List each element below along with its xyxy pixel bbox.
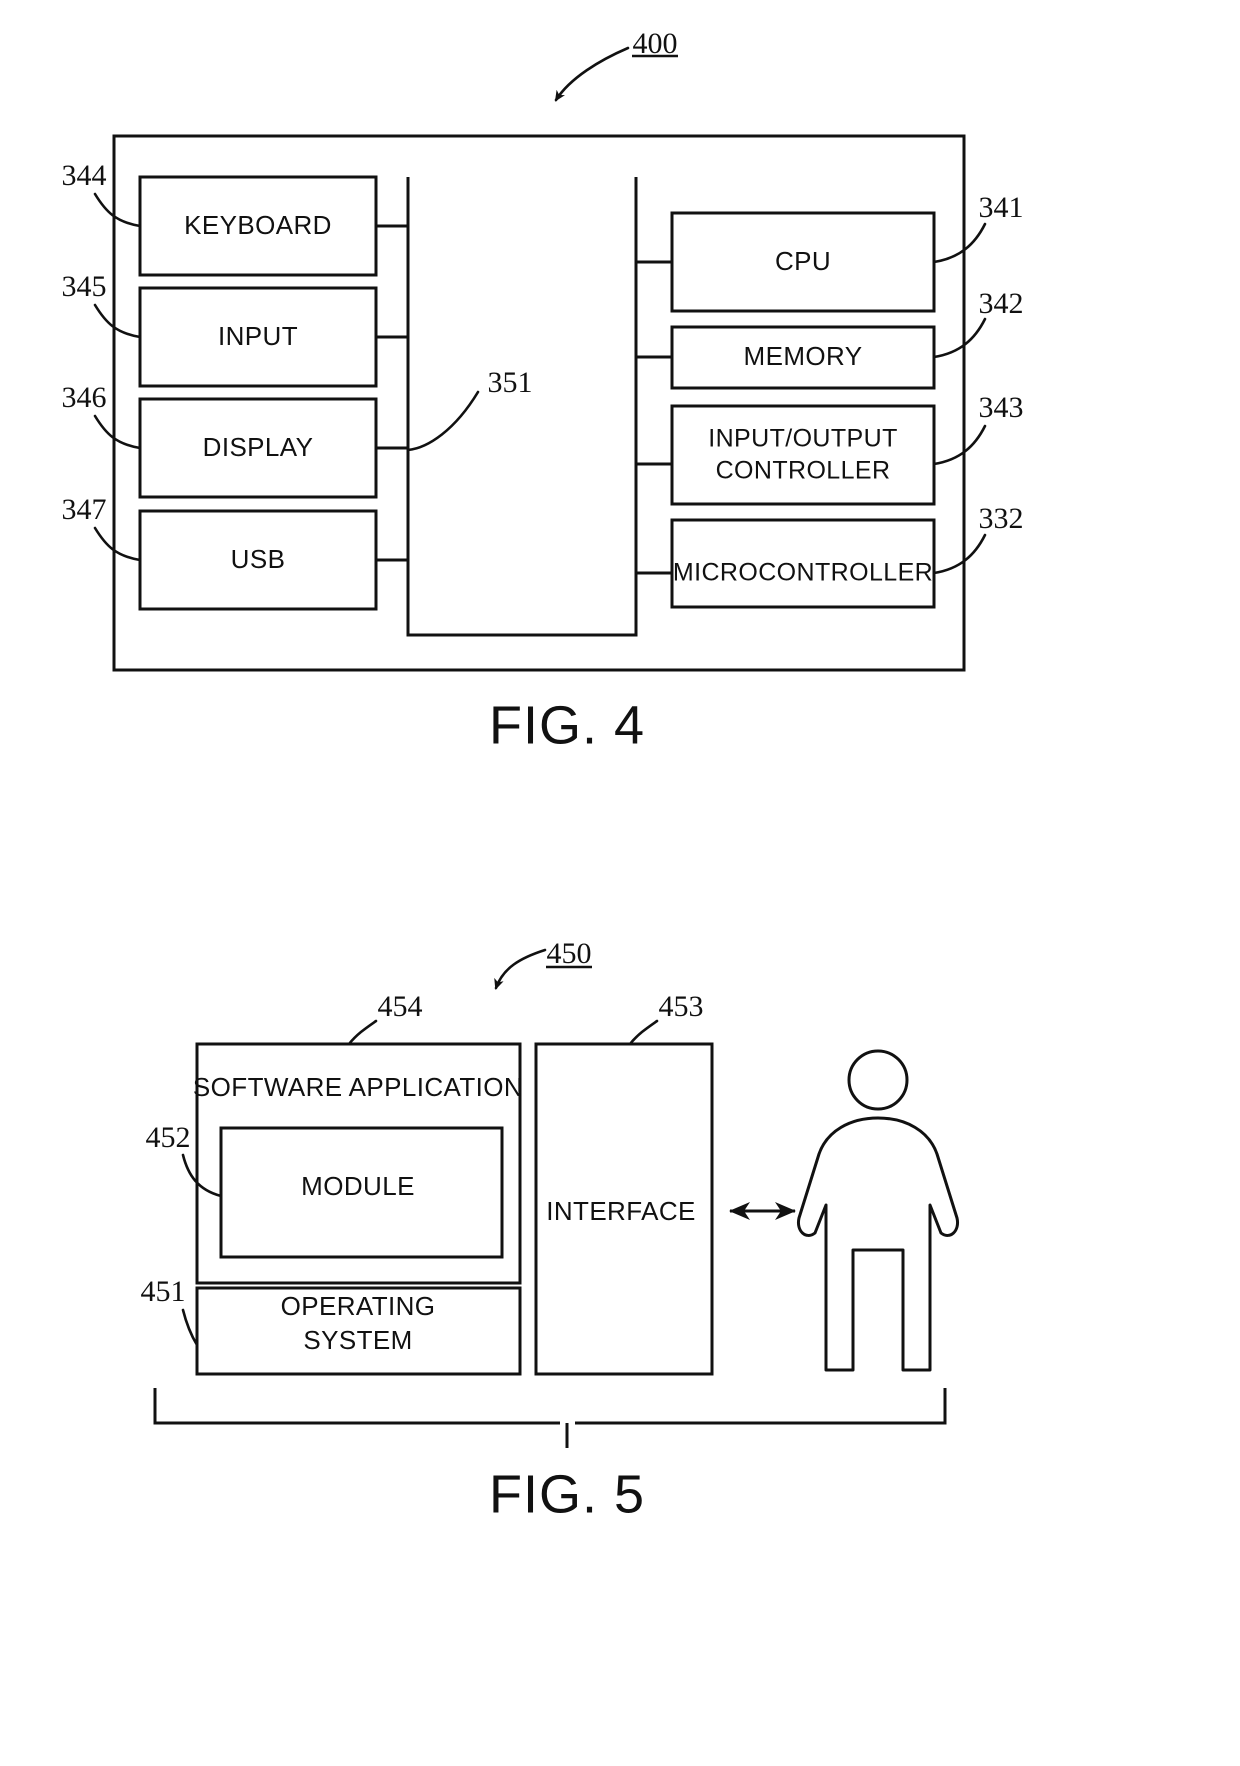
leader-452 — [181, 1153, 223, 1198]
leader-451 — [181, 1308, 199, 1347]
figure-5-bracket — [153, 1388, 947, 1448]
box-io-controller-label-line1: INPUT/OUTPUT — [708, 425, 898, 453]
leader-345 — [93, 303, 142, 339]
drawing-canvas: KEYBOARD INPUT DISPLAY USB CPU MEMORY IN… — [62, 27, 1024, 1524]
refnum-347: 347 — [62, 493, 107, 526]
leader-332 — [932, 533, 987, 575]
leader-453 — [628, 1019, 659, 1046]
box-io-controller — [670, 404, 936, 506]
box-input-label: INPUT — [218, 321, 298, 351]
refnum-346: 346 — [62, 381, 107, 414]
box-display-label: DISPLAY — [203, 432, 314, 462]
refnum-332: 332 — [979, 502, 1024, 535]
figure-4: KEYBOARD INPUT DISPLAY USB CPU MEMORY IN… — [62, 27, 1024, 755]
box-operating-system-label-line2: SYSTEM — [303, 1325, 412, 1355]
figure-5-title: FIG. 5 — [489, 1464, 645, 1524]
box-cpu-label: CPU — [775, 246, 831, 276]
box-operating-system-label-line1: OPERATING — [281, 1291, 436, 1321]
refnum-452: 452 — [146, 1121, 191, 1154]
leader-351 — [406, 390, 480, 452]
box-io-controller-label-line2: CONTROLLER — [716, 457, 891, 485]
box-memory-label: MEMORY — [744, 341, 863, 371]
figure-4-title: FIG. 4 — [489, 695, 645, 755]
refnum-400: 400 — [633, 27, 678, 60]
box-interface-label: INTERFACE — [546, 1196, 696, 1226]
box-usb-label: USB — [231, 544, 286, 574]
leader-347 — [93, 526, 142, 562]
user-figure-icon — [796, 1049, 960, 1372]
refnum-351: 351 — [488, 366, 533, 399]
refnum-343: 343 — [979, 391, 1024, 424]
refnum-344: 344 — [62, 159, 107, 192]
leader-343 — [932, 424, 987, 466]
figure-5: SOFTWARE APPLICATION MODULE OPERATING SY… — [141, 937, 960, 1524]
system-bus — [376, 177, 672, 637]
refnum-450: 450 — [547, 937, 592, 970]
leader-341 — [932, 222, 987, 264]
leader-342 — [932, 317, 987, 359]
refnum-454: 454 — [378, 990, 423, 1023]
box-software-application-label: SOFTWARE APPLICATION — [193, 1072, 523, 1102]
box-keyboard-label: KEYBOARD — [184, 210, 332, 240]
refnum-342: 342 — [979, 287, 1024, 320]
box-module-label: MODULE — [301, 1171, 415, 1201]
refnum-345: 345 — [62, 270, 107, 303]
refnum-453: 453 — [659, 990, 704, 1023]
leader-454 — [347, 1019, 378, 1046]
leader-346 — [93, 414, 142, 450]
leader-344 — [93, 192, 142, 228]
patent-drawing-sheet: KEYBOARD INPUT DISPLAY USB CPU MEMORY IN… — [0, 0, 1240, 1766]
box-microcontroller-label: MICROCONTROLLER — [673, 559, 933, 587]
refnum-341: 341 — [979, 191, 1024, 224]
refnum-451: 451 — [141, 1275, 186, 1308]
